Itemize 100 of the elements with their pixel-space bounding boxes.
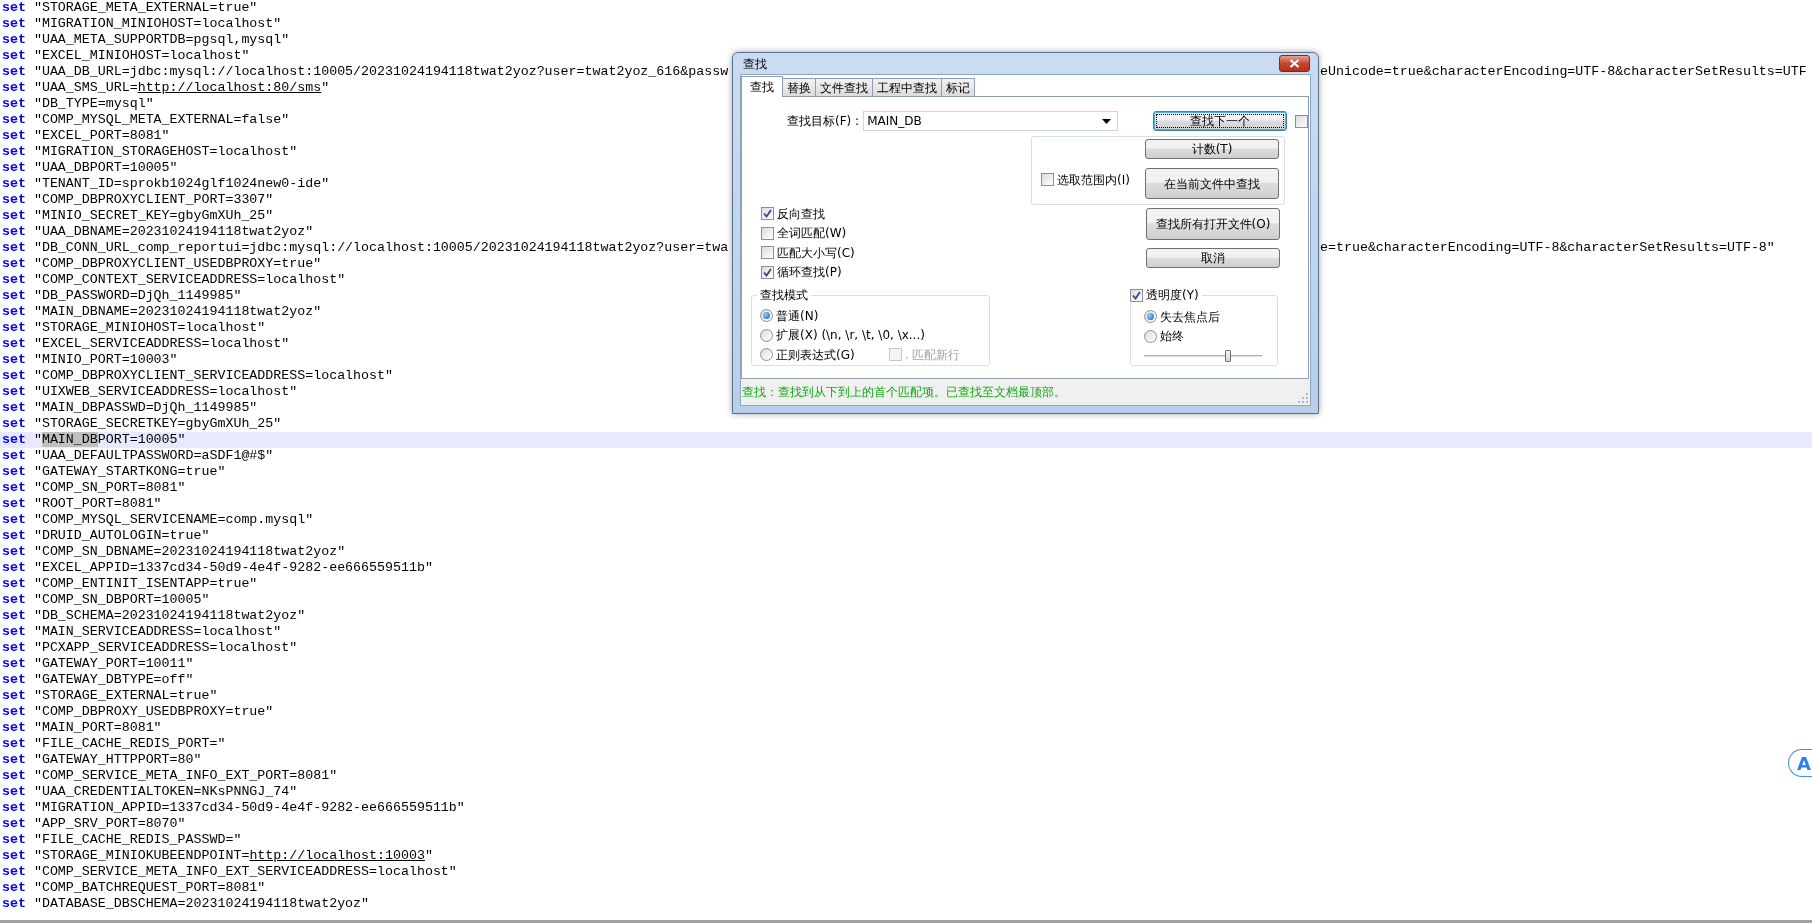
keyword: set [2,32,26,48]
tab[interactable]: 文件查找 [815,78,873,96]
status-text: 查找：查找到从下到上的首个匹配项。已查找至文档最顶部。 [742,384,1066,401]
keyword: set [2,0,26,16]
code-text: "STORAGE_MINIOHOST=localhost" [33,320,266,336]
checkbox-label: 循环查找(P) [777,264,842,282]
code-text: "UAA_META_SUPPORTDB=pgsql,mysql" [33,32,290,48]
keyword: set [2,848,26,864]
code-text: "EXCEL_PORT=8081" [33,128,170,144]
keyword: set [2,288,26,304]
code-text: "MIGRATION_APPID=1337cd34-50d9-4e4f-9282-ee666559511b" [33,800,465,816]
keyword: set [2,736,26,752]
code-text: "MAIN_DBNAME=20231024194118twat2yoz" [33,304,322,320]
code-text: "GATEWAY_STARTKONG=true" [33,464,226,480]
checkbox[interactable] [761,226,774,240]
code-text: "GATEWAY_DBTYPE=off" [33,672,194,688]
code-text: "COMP_SN_DBNAME=20231024194118twat2yoz" [33,544,346,560]
keyword: set [2,544,26,560]
code-text: "PCXAPP_SERVICEADDRESS=localhost" [33,640,298,656]
code-text: "ROOT_PORT=8081" [33,496,162,512]
count-button[interactable]: 计数(T) [1145,139,1279,159]
radio-label: 扩展(X) (\n, \r, \t, \0, \x...) [776,327,925,345]
checkbox[interactable] [1130,288,1143,302]
code-text: "STORAGE_META_EXTERNAL=true" [33,0,258,16]
tab[interactable]: 工程中查找 [872,78,942,96]
dropdown-arrow-icon[interactable] [1102,119,1112,124]
code-text: "COMP_DBPROXYCLIENT_SERVICEADDRESS=localhost" [33,368,393,384]
code-text: "DB_TYPE=mysql" [33,96,154,112]
code-text: "COMP_SN_PORT=8081" [33,480,186,496]
keyword: set [2,112,26,128]
code-text: "COMP_SERVICE_META_INFO_EXT_SERVICEADDRESS=localhost" [33,864,457,880]
keyword: set [2,672,26,688]
code-text: "MAIN_PORT=8081" [33,720,162,736]
keyword: set [2,608,26,624]
radio-label: 失去焦点后 [1160,308,1220,326]
code-text: "EXCEL_MINIOHOST=localhost" [33,48,250,64]
keyword: set [2,368,26,384]
code-link[interactable]: http://localhost:80/sms [137,80,322,95]
floating-button[interactable]: A [1788,749,1812,777]
window-title: 查找 [743,55,767,73]
keyword: set [2,720,26,736]
radio-button[interactable] [1144,329,1157,343]
keyword: set [2,512,26,528]
code-text: eUnicode=true&characterEncoding=UTF-8&characterSetResults=UTF [1320,64,1807,80]
slider-thumb[interactable] [1224,350,1231,362]
keyword: set [2,16,26,32]
resize-grip-icon[interactable] [1298,393,1308,403]
keyword: set [2,128,26,144]
code-link[interactable]: http://localhost:10003 [249,848,425,863]
radio-button[interactable] [760,328,773,342]
tab[interactable]: 替换 [782,78,816,96]
code-text: "COMP_DBPROXYCLIENT_PORT=3307" [33,192,274,208]
keyword: set [2,816,26,832]
close-button[interactable] [1279,55,1310,72]
keyword: set [2,880,26,896]
checkbox[interactable] [761,246,774,260]
checkbox-label: 匹配大小写(C) [777,244,855,262]
keyword: set [2,528,26,544]
code-text: "COMP_ENTINIT_ISENTAPP=true" [33,576,258,592]
keyword: set [2,272,26,288]
radio-button[interactable] [1144,310,1157,324]
code-text: "GATEWAY_HTTPPORT=80" [33,752,202,768]
code-text: "APP_SRV_PORT=8070" [33,816,186,832]
keyword: set [2,800,26,816]
checkbox-label: 透明度(Y) [1146,287,1199,303]
code-text: "MIGRATION_MINIOHOST=localhost" [33,16,282,32]
keyword: set [2,576,26,592]
keyword: set [2,320,26,336]
find-in-current-file-button[interactable]: 在当前文件中查找 [1145,168,1279,199]
radio-label: 正则表达式(G) [776,346,855,364]
code-text: "COMP_SN_DBPORT=10005" [33,592,210,608]
code-text: "FILE_CACHE_REDIS_PASSWD=" [33,832,242,848]
keyword: set [2,496,26,512]
keyword: set [2,192,26,208]
keyword: set [2,560,26,576]
find-all-open-files-button[interactable]: 查找所有打开文件(O) [1146,208,1280,240]
tab[interactable]: 标记 [941,78,975,96]
keyword: set [2,656,26,672]
keyword: set [2,592,26,608]
code-text: "EXCEL_APPID=1337cd34-50d9-4e4f-9282-ee666559511b" [33,560,433,576]
keyword: set [2,224,26,240]
checkbox[interactable] [761,265,774,279]
code-text: "STORAGE_MINIOKUBEENDPOINT=http://localhost:10003" [33,848,433,864]
checkbox[interactable] [1295,114,1308,128]
search-combo[interactable]: MAIN_DB [863,111,1119,131]
cancel-button[interactable]: 取消 [1146,248,1280,268]
radio-button[interactable] [760,348,773,362]
radio-button[interactable] [760,309,773,323]
checkbox[interactable] [1041,173,1054,187]
keyword: set [2,80,26,96]
code-text: "DB_CONN_URL_comp_reportui=jdbc:mysql://localhost:10005/20231024194118twat2yoz?user=twa [33,240,729,256]
code-text: "STORAGE_EXTERNAL=true" [33,688,218,704]
code-text: "UAA_DBNAME=20231024194118twat2yoz" [33,224,314,240]
tab[interactable]: 查找 [741,76,783,97]
code-text: "EXCEL_SERVICEADDRESS=localhost" [33,336,290,352]
checkbox[interactable] [761,207,774,221]
checkbox-label: 反向查找 [777,205,825,223]
checkbox-label: . 匹配新行 [904,346,961,364]
find-next-button[interactable]: 查找下一个 [1153,111,1287,131]
code-text: "DB_PASSWORD=DjQh_1149985" [33,288,242,304]
